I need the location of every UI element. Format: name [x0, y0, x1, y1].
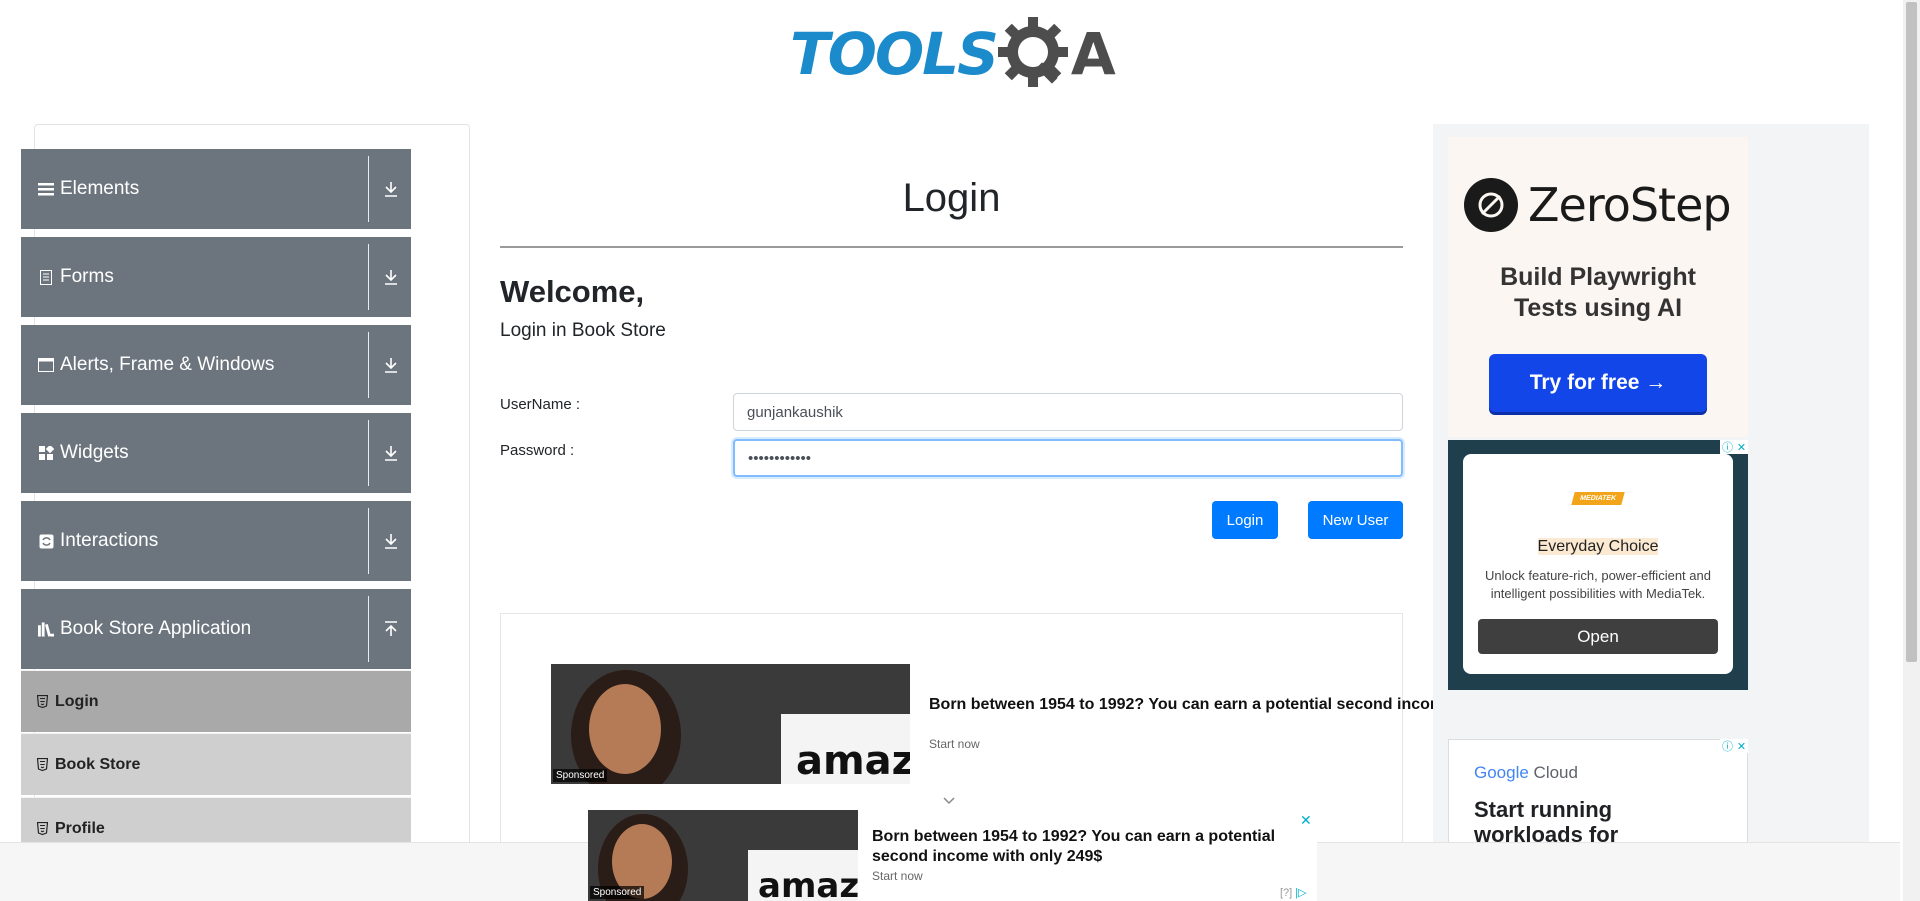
- interactions-icon: [38, 533, 54, 549]
- logo-text: TOOLS: [790, 20, 999, 88]
- download-arrow-icon[interactable]: [379, 529, 403, 553]
- divider: [368, 332, 369, 398]
- ad-cta[interactable]: Start now: [929, 737, 980, 751]
- form-icon: [38, 269, 54, 285]
- download-arrow-icon[interactable]: [379, 353, 403, 377]
- download-arrow-icon[interactable]: [379, 177, 403, 201]
- zerostep-tagline-line2: Tests using AI: [1513, 294, 1683, 322]
- sponsored-label: Sponsored: [553, 769, 608, 782]
- divider: [368, 244, 369, 310]
- sidebar-group-forms[interactable]: Forms: [21, 237, 411, 317]
- bottom-ad-cta[interactable]: Start now: [872, 869, 923, 883]
- sidebar-group-label: Book Store Application: [60, 618, 252, 639]
- logo-letter: A: [1070, 20, 1116, 88]
- google-cloud-headline: Start running workloads for: [1474, 797, 1618, 847]
- upload-arrow-icon[interactable]: [379, 617, 403, 641]
- sidebar-group-interactions[interactable]: Interactions: [21, 501, 411, 581]
- window-icon: [38, 357, 54, 373]
- ad-title[interactable]: Born between 1954 to 1992? You can earn …: [929, 695, 1444, 715]
- download-arrow-icon[interactable]: [379, 265, 403, 289]
- scrollbar-thumb[interactable]: [1906, 2, 1917, 662]
- mediatek-title: Everyday Choice: [1463, 538, 1733, 556]
- ad-image[interactable]: amaz Sponsored: [551, 664, 910, 784]
- chevron-down-icon[interactable]: [942, 796, 956, 806]
- books-icon: [38, 621, 54, 637]
- google-cloud-logo-cloud: Cloud: [1528, 763, 1578, 782]
- sidebar-group-label: Forms: [60, 266, 114, 287]
- divider: [368, 596, 369, 662]
- sidebar-group-label: Interactions: [60, 530, 159, 551]
- sidebar-group-label: Alerts, Frame & Windows: [60, 354, 275, 375]
- sidebar-item-label: Login: [55, 692, 99, 710]
- html5-icon: [36, 758, 48, 772]
- divider: [368, 508, 369, 574]
- mediatek-logo: MEDIATEK: [1571, 492, 1625, 505]
- username-input[interactable]: gunjankaushik: [733, 393, 1403, 431]
- widgets-icon: [38, 445, 54, 461]
- page-title: Login: [902, 176, 1001, 220]
- sidebar-item-label: Profile: [55, 819, 105, 837]
- password-input[interactable]: ••••••••••••: [733, 439, 1403, 477]
- bottom-ad-image[interactable]: amaz Sponsored: [588, 810, 858, 901]
- divider: [368, 156, 369, 222]
- password-label: Password :: [500, 442, 575, 459]
- zerostep-tagline-line1: Build Playwright: [1500, 263, 1696, 291]
- sidebar-item-label: Book Store: [55, 755, 141, 773]
- adchoices-text: [?]: [1280, 887, 1293, 899]
- mediatek-title-text: Everyday Choice: [1537, 538, 1659, 555]
- gear-q-icon: [997, 17, 1068, 87]
- sidebar-item-login[interactable]: Login: [21, 670, 411, 732]
- mediatek-description: Unlock feature-rich, power-efficient and…: [1485, 568, 1711, 601]
- sidebar-group-elements[interactable]: Elements: [21, 149, 411, 229]
- ad-image-text: amaz: [796, 738, 910, 784]
- divider: [368, 420, 369, 486]
- close-icon[interactable]: ✕: [1300, 812, 1312, 829]
- menu-icon: [38, 181, 54, 197]
- sidebar-group-label: Elements: [60, 178, 140, 199]
- new-user-button[interactable]: New User: [1308, 501, 1403, 539]
- open-button[interactable]: Open: [1478, 619, 1718, 654]
- google-cloud-logo-google: Google: [1474, 763, 1529, 782]
- adchoices-icon[interactable]: ⓘ ✕: [1720, 440, 1748, 454]
- google-cloud-logo: Google Cloud: [1474, 763, 1578, 783]
- sidebar-group-alerts[interactable]: Alerts, Frame & Windows: [21, 325, 411, 405]
- zerostep-name: ZeroStep: [1528, 178, 1732, 232]
- divider: [500, 246, 1403, 248]
- html5-icon: [36, 822, 48, 836]
- bottom-ad-image-text: amaz: [758, 866, 858, 901]
- login-button[interactable]: Login: [1212, 501, 1278, 539]
- welcome-heading: Welcome,: [500, 274, 645, 309]
- username-label: UserName :: [500, 396, 581, 413]
- html5-icon: [36, 695, 48, 709]
- sidebar-group-label: Widgets: [60, 442, 129, 463]
- zerostep-logo-icon: [1464, 178, 1518, 232]
- download-arrow-icon[interactable]: [379, 441, 403, 465]
- adchoices-icon[interactable]: [?] |▷: [1280, 886, 1307, 899]
- login-subheading: Login in Book Store: [500, 320, 666, 341]
- bottom-ad-title[interactable]: Born between 1954 to 1992? You can earn …: [872, 827, 1292, 867]
- zerostep-tagline: Build Playwright Tests using AI: [1448, 262, 1748, 324]
- try-for-free-button[interactable]: Try for free →: [1489, 354, 1707, 412]
- google-cloud-headline-line1: Start running: [1474, 797, 1613, 822]
- sidebar-item-book-store[interactable]: Book Store: [21, 733, 411, 795]
- sidebar-group-book-store-application[interactable]: Book Store Application: [21, 589, 411, 669]
- header: TOOLS A: [0, 0, 1900, 100]
- sidebar-group-widgets[interactable]: Widgets: [21, 413, 411, 493]
- toolsqa-logo[interactable]: TOOLS A: [790, 14, 1116, 94]
- page: TOOLS A Elements Forms Alerts, Frame & W…: [0, 0, 1920, 901]
- sponsored-label: Sponsored: [590, 886, 645, 899]
- adchoices-icon[interactable]: ⓘ ✕: [1720, 739, 1748, 753]
